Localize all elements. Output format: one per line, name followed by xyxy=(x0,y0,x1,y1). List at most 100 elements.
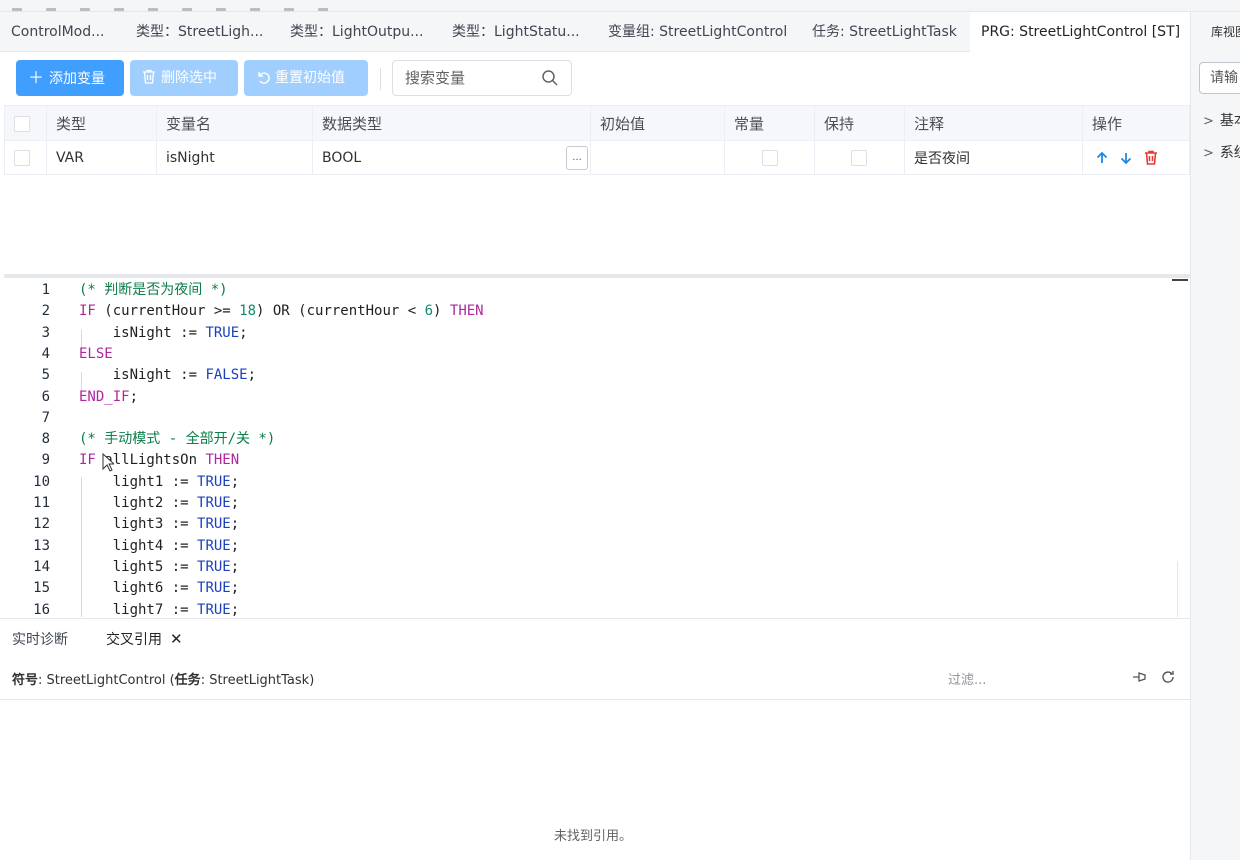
plus-icon: ＋ xyxy=(28,68,45,87)
var-kind-cell[interactable]: VAR xyxy=(46,140,157,175)
code-text: isNight := FALSE; xyxy=(79,365,256,386)
column-header[interactable]: 注释 xyxy=(904,105,1083,141)
code-token: 18 xyxy=(239,303,257,320)
code-token: light6 := xyxy=(79,580,198,597)
code-token: TRUE xyxy=(197,495,231,511)
line-number: 9 xyxy=(41,452,50,469)
symbol-label: 符号 xyxy=(12,673,39,688)
code-token: OR xyxy=(272,303,290,320)
tab-vargroup[interactable]: 变量组: StreetLightControl xyxy=(594,12,798,52)
column-header[interactable]: 类型 xyxy=(46,105,157,141)
code-editor[interactable]: 1 (* 判断是否为夜间 *) 2 IF (currentHour >= 18) OR… xyxy=(4,279,1190,617)
code-line[interactable]: 2 IF (currentHour >= 18) OR (currentHour … xyxy=(4,301,1184,322)
select-all-cell xyxy=(4,105,47,141)
tab-label: 变量组: StreetLightControl xyxy=(608,24,788,40)
search-icon[interactable] xyxy=(541,69,559,87)
var-name-cell[interactable]: isNight xyxy=(156,140,313,175)
add-variable-button[interactable]: ＋添加变量 xyxy=(16,60,124,96)
code-line[interactable]: 12 light3 := TRUE; xyxy=(4,514,1184,535)
ide-window: ControlMod... 类型：StreetLigh... 类型：LightO… xyxy=(0,0,1240,860)
code-line[interactable]: 3 isNight := TRUE; xyxy=(4,323,1184,344)
code-text: IF (currentHour >= 18) OR (currentHour <… xyxy=(79,301,484,322)
library-panel: 库视图 请输 > 基本 > 系统 xyxy=(1190,12,1240,860)
select-all-checkbox[interactable] xyxy=(14,115,30,132)
code-line[interactable]: 16 light7 := TRUE; xyxy=(4,600,1184,618)
arrow-down-icon[interactable] xyxy=(1119,151,1133,165)
close-icon[interactable]: ✕ xyxy=(170,630,183,648)
delete-icon[interactable] xyxy=(1144,150,1158,165)
column-header[interactable]: 常量 xyxy=(724,105,815,141)
column-header[interactable]: 保持 xyxy=(814,105,905,141)
datatype-browse-button[interactable]: ... xyxy=(566,146,588,170)
code-token: TRUE xyxy=(197,580,231,597)
code-line[interactable]: 4 ELSE xyxy=(4,344,1184,365)
line-number: 10 xyxy=(33,473,50,490)
refresh-icon[interactable] xyxy=(1160,669,1176,685)
code-token: ; xyxy=(230,537,240,554)
code-token: ) xyxy=(256,303,273,320)
retain-checkbox[interactable] xyxy=(851,149,867,166)
line-number: 16 xyxy=(33,601,50,618)
constant-checkbox[interactable] xyxy=(762,149,778,166)
pin-icon[interactable] xyxy=(1131,669,1147,685)
tab-type-streetlight[interactable]: 类型：StreetLigh... xyxy=(122,12,276,52)
code-token: ; xyxy=(230,516,240,533)
var-comment-cell[interactable]: 是否夜间 xyxy=(904,140,1083,175)
chevron-right-icon: > xyxy=(1203,114,1214,129)
var-init-cell[interactable] xyxy=(590,140,725,175)
datatype-value: BOOL xyxy=(322,149,362,166)
code-token: light1 := xyxy=(79,473,198,490)
code-line[interactable]: 1 (* 判断是否为夜间 *) xyxy=(4,280,1184,301)
tab-control-mode[interactable]: ControlMod... xyxy=(0,12,122,52)
code-line[interactable]: 6 END_IF; xyxy=(4,387,1184,408)
column-header[interactable]: 初始值 xyxy=(590,105,725,141)
tab-cross-reference[interactable]: 交叉引用 ✕ xyxy=(106,629,183,649)
code-token: IF xyxy=(79,452,96,469)
tab-type-lightoutput[interactable]: 类型：LightOutpu... xyxy=(276,12,438,52)
library-tree-item-system[interactable]: > 系统 xyxy=(1203,142,1240,162)
line-number: 15 xyxy=(33,580,50,597)
code-line[interactable]: 7 xyxy=(4,408,1184,429)
tree-label: 基本 xyxy=(1219,113,1240,129)
code-token: TRUE xyxy=(197,516,231,533)
code-line[interactable]: 11 light2 := TRUE; xyxy=(4,493,1184,514)
tab-task[interactable]: 任务: StreetLightTask xyxy=(798,12,970,52)
editor-tabbar: ControlMod... 类型：StreetLigh... 类型：LightO… xyxy=(0,12,1190,52)
code-line[interactable]: 15 light6 := TRUE; xyxy=(4,578,1184,599)
tab-type-lightstatus[interactable]: 类型：LightStatu... xyxy=(438,12,594,52)
library-search-input[interactable]: 请输 xyxy=(1199,62,1240,94)
line-number: 1 xyxy=(41,282,50,298)
code-line[interactable]: 13 light4 := TRUE; xyxy=(4,536,1184,557)
column-header[interactable]: 变量名 xyxy=(156,105,313,141)
table-header-row: 类型 变量名 数据类型 初始值 常量 保持 注释 操作 xyxy=(4,105,1190,141)
variable-search-input[interactable] xyxy=(405,68,535,88)
table-row[interactable]: VAR isNight BOOL ... 是否夜间 xyxy=(4,140,1190,175)
code-token: light5 := xyxy=(79,558,198,575)
tab-label: 交叉引用 xyxy=(106,632,162,648)
code-token: TRUE xyxy=(197,558,231,575)
code-line[interactable]: 14 light5 := TRUE; xyxy=(4,557,1184,578)
delete-selected-button[interactable]: 删除选中 xyxy=(130,60,238,96)
tab-live-diagnostics[interactable]: 实时诊断 xyxy=(12,629,68,649)
code-token: TRUE xyxy=(197,537,231,554)
code-line[interactable]: 8 (* 手动模式 - 全部开/关 *) xyxy=(4,429,1184,450)
tab-prg-active[interactable]: PRG: StreetLightControl [ST] ✕ xyxy=(970,12,1190,52)
row-checkbox[interactable] xyxy=(14,149,30,166)
tab-label: 类型：LightStatu... xyxy=(452,24,580,40)
variable-search[interactable] xyxy=(392,60,572,96)
code-line[interactable]: 5 isNight := FALSE; xyxy=(4,365,1184,386)
arrow-up-icon[interactable] xyxy=(1095,151,1109,165)
code-text: (* 手动模式 - 全部开/关 *) xyxy=(79,429,275,450)
code-text: light7 := TRUE; xyxy=(79,600,239,618)
column-header: 操作 xyxy=(1082,105,1190,141)
reset-initial-value-button[interactable]: 重置初始值 xyxy=(244,60,368,96)
column-header[interactable]: 数据类型 xyxy=(312,105,591,141)
code-line[interactable]: 9 IF allLightsOn THEN xyxy=(4,450,1184,471)
code-line[interactable]: 10 light1 := TRUE; xyxy=(4,472,1184,493)
row-select-cell xyxy=(4,140,47,175)
library-tree-item-basic[interactable]: > 基本 xyxy=(1203,110,1240,130)
var-datatype-cell[interactable]: BOOL ... xyxy=(312,140,591,175)
pane-splitter[interactable] xyxy=(4,274,1190,278)
filter-input[interactable]: 过滤... xyxy=(948,669,986,688)
code-token: ; xyxy=(239,324,248,341)
